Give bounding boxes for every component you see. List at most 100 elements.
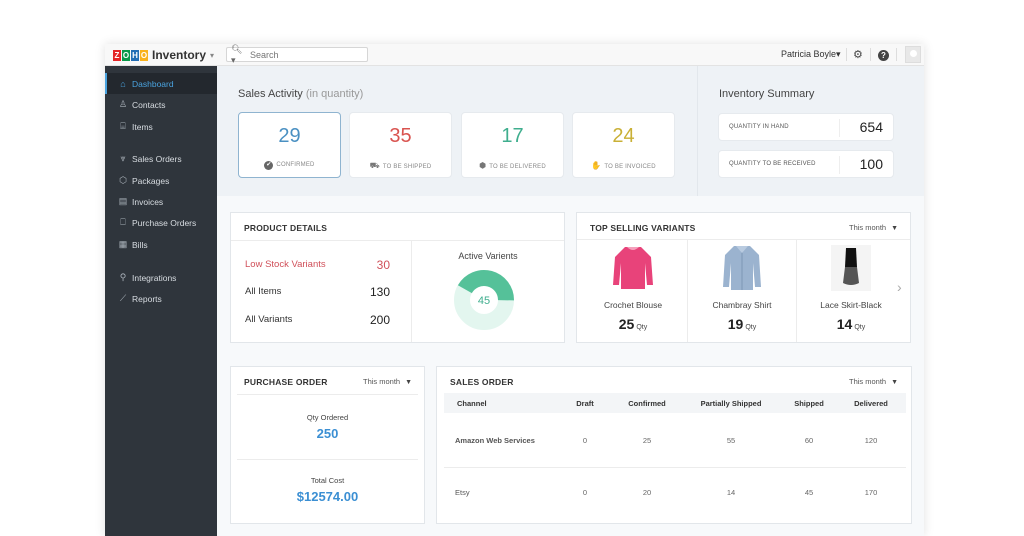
divider xyxy=(896,48,897,61)
product-details-panel: PRODUCT DETAILS Low Stock Variants 30 Al… xyxy=(230,212,565,343)
caret-down-icon: ▼ xyxy=(405,379,413,386)
search-icon[interactable]: 🔍︎▾ xyxy=(231,44,246,66)
qty-label: QUANTITY IN HAND xyxy=(729,124,789,130)
table-cell: 20 xyxy=(642,488,652,497)
sidebar-item-label: Invoices xyxy=(132,196,164,207)
table-header xyxy=(444,393,906,413)
sidebar-item-reports[interactable]: ⟋ Reports xyxy=(105,288,217,309)
period-dropdown[interactable]: This month ▼ xyxy=(849,223,898,232)
stat-card-to-be-delivered[interactable]: 17 ⬢ TO BE DELIVERED xyxy=(461,112,564,178)
column-header: Shipped xyxy=(794,399,824,408)
avatar[interactable] xyxy=(905,46,921,63)
sidebar-item-integrations[interactable]: ⚲ Integrations xyxy=(105,267,217,288)
variant-card[interactable]: Lace Skirt-Black 14 Qty xyxy=(797,239,905,341)
sidebar-item-sales-orders[interactable]: ⩔ Sales Orders xyxy=(105,148,217,169)
search-input[interactable] xyxy=(250,49,367,60)
low-stock-variants-row[interactable]: Low Stock Variants 30 xyxy=(245,258,390,272)
top-selling-variants-panel: TOP SELLING VARIANTS This month ▼ Crochet… xyxy=(576,212,911,343)
inventory-summary-title: Inventory Summary xyxy=(719,88,815,100)
qty-unit: Qty xyxy=(854,324,866,331)
sidebar-item-packages[interactable]: ⬡ Packages xyxy=(105,170,217,191)
sidebar-item-label: Purchase Orders xyxy=(132,217,197,228)
all-variants-row[interactable]: All Variants 200 xyxy=(245,313,390,327)
total-cost-label: Total Cost xyxy=(310,476,345,485)
chevron-right-icon[interactable]: › xyxy=(897,279,902,295)
stat-label: ⛟ TO BE SHIPPED xyxy=(350,161,451,171)
subtitle-text: (in quantity) xyxy=(305,88,364,100)
stat-card-to-be-shipped[interactable]: 35 ⛟ TO BE SHIPPED xyxy=(349,112,452,178)
help-icon[interactable]: ? xyxy=(878,50,889,61)
title-text: Sales Activity xyxy=(238,88,303,100)
qty-label: QUANTITY TO BE RECEIVED xyxy=(729,161,816,167)
qty-ordered-value: 250 xyxy=(316,426,339,441)
box-icon: ⬢ xyxy=(479,161,487,170)
variant-card[interactable]: Chambray Shirt 19 Qty xyxy=(688,239,796,341)
variant-name: Crochet Blouse xyxy=(603,300,663,310)
active-variants-label: Active Varients xyxy=(458,251,518,261)
stat-card-to-be-invoiced[interactable]: 24 ✋ TO BE INVOICED xyxy=(572,112,675,178)
black-skirt-image xyxy=(831,245,871,291)
gear-icon[interactable]: ⚙ xyxy=(853,48,863,61)
user-menu[interactable]: Patricia Boyle▾ xyxy=(781,49,841,60)
divider xyxy=(237,459,418,460)
reports-icon: ⟋ xyxy=(119,293,127,303)
sidebar-item-bills[interactable]: ▦ Bills xyxy=(105,234,217,255)
row-value: 200 xyxy=(369,313,390,327)
sidebar-item-label: Items xyxy=(132,121,153,132)
sidebar-item-dashboard[interactable]: ⌂ Dashboard xyxy=(105,73,217,94)
sidebar-item-label: Packages xyxy=(132,175,170,186)
table-cell: 14 xyxy=(726,488,736,497)
column-header: Draft xyxy=(576,399,594,408)
divider xyxy=(231,240,564,241)
logo-letter: Z xyxy=(113,49,121,61)
sidebar-item-label: Contacts xyxy=(132,99,166,110)
stat-value: 35 xyxy=(389,125,412,147)
variant-name: Chambray Shirt xyxy=(712,300,772,310)
variant-qty: 14 Qty xyxy=(797,316,905,332)
sales-activity-title: Sales Activity (in quantity) xyxy=(238,88,363,100)
stat-label: ✔ CONFIRMED xyxy=(239,161,340,170)
qty-number: 14 xyxy=(836,316,853,332)
quantity-in-hand-card: QUANTITY IN HAND 654 xyxy=(718,113,894,141)
contacts-icon: ♙ xyxy=(118,99,128,109)
sidebar-item-label: Bills xyxy=(132,239,148,250)
panel-title: PURCHASE ORDER xyxy=(244,377,328,387)
logo-letter: O xyxy=(122,49,130,61)
panel-title: SALES ORDER xyxy=(450,377,514,387)
hand-money-icon: ✋ xyxy=(591,161,602,170)
qty-unit: Qty xyxy=(745,324,757,331)
sidebar-item-items[interactable]: ⌸ Items xyxy=(105,116,217,137)
sidebar-item-contacts[interactable]: ♙ Contacts xyxy=(105,94,217,115)
row-value: 130 xyxy=(369,285,390,299)
label-text: TO BE INVOICED xyxy=(604,164,656,170)
chevron-down-icon: ▾ xyxy=(210,50,215,60)
panel-title: TOP SELLING VARIANTS xyxy=(590,223,696,233)
top-bar: Z O H O Inventory ▾ 🔍︎▾ Patricia Boyle▾ … xyxy=(105,44,924,66)
user-name: Patricia Boyle xyxy=(781,49,837,59)
stat-card-confirmed[interactable]: 29 ✔ CONFIRMED xyxy=(238,112,341,178)
table-cell: 120 xyxy=(864,436,878,445)
package-icon: ⬡ xyxy=(119,175,127,185)
table-cell: 25 xyxy=(642,436,652,445)
sales-orders-icon: ⩔ xyxy=(120,153,126,163)
column-header: Confirmed xyxy=(628,399,666,408)
sidebar-item-label: Reports xyxy=(132,293,162,304)
column-header: Channel xyxy=(457,399,487,408)
app-switcher[interactable]: Z O H O Inventory ▾ xyxy=(113,48,214,62)
period-dropdown[interactable]: This month ▼ xyxy=(849,377,898,386)
all-items-row[interactable]: All Items 130 xyxy=(245,285,390,299)
items-icon: ⌸ xyxy=(120,121,126,131)
integrations-icon: ⚲ xyxy=(119,272,127,282)
divider xyxy=(846,48,847,61)
total-cost-value: $12574.00 xyxy=(296,489,359,504)
label-text: TO BE DELIVERED xyxy=(489,164,546,170)
sidebar-item-purchase-orders[interactable]: ⎕ Purchase Orders xyxy=(105,212,217,233)
home-icon: ⌂ xyxy=(120,78,126,89)
variant-qty: 25 Qty xyxy=(579,316,687,332)
sidebar-item-invoices[interactable]: ▤ Invoices xyxy=(105,191,217,212)
variant-card[interactable]: Crochet Blouse 25 Qty xyxy=(579,239,687,341)
period-dropdown[interactable]: This month ▼ xyxy=(363,377,412,386)
divider xyxy=(839,119,840,137)
search-box[interactable]: 🔍︎▾ xyxy=(226,44,368,65)
sidebar-item-label: Integrations xyxy=(132,272,177,283)
